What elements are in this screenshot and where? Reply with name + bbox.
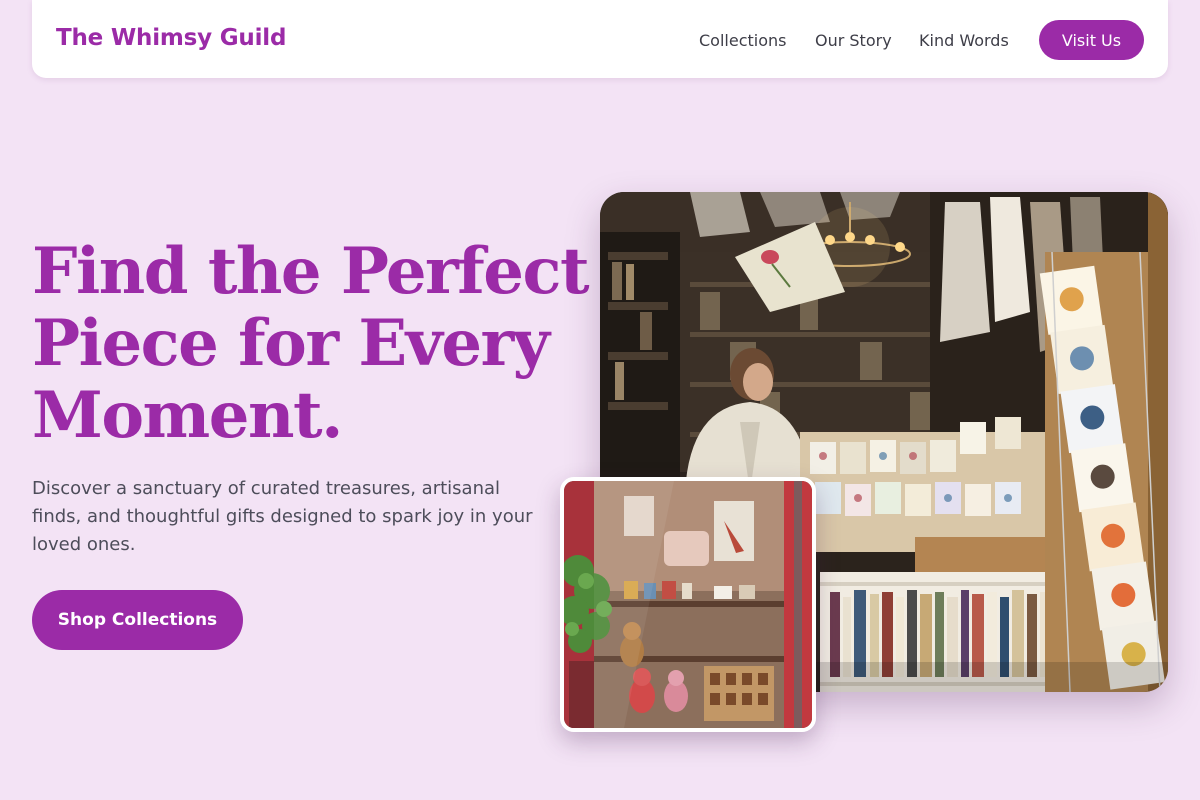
- nav-link-kind-words[interactable]: Kind Words: [919, 31, 1009, 50]
- visit-us-button[interactable]: Visit Us: [1039, 20, 1144, 60]
- shop-collections-button[interactable]: Shop Collections: [32, 590, 243, 650]
- brand-logo-text[interactable]: The Whimsy Guild: [56, 25, 286, 51]
- nav-link-collections[interactable]: Collections: [699, 31, 786, 50]
- nav-link-our-story[interactable]: Our Story: [815, 31, 892, 50]
- headline-line-2: Piece for Every: [32, 306, 550, 381]
- hero-description: Discover a sanctuary of curated treasure…: [32, 478, 533, 555]
- shop-window-photo: [560, 477, 816, 732]
- shop-window-illustration: [564, 481, 812, 728]
- headline-line-1: Find the Perfect: [32, 234, 590, 309]
- hero-headline: Find the Perfect Piece for Every Moment.: [32, 236, 592, 452]
- headline-line-3: Moment.: [32, 378, 343, 453]
- top-navigation-bar: The Whimsy Guild Collections Our Story K…: [32, 0, 1168, 78]
